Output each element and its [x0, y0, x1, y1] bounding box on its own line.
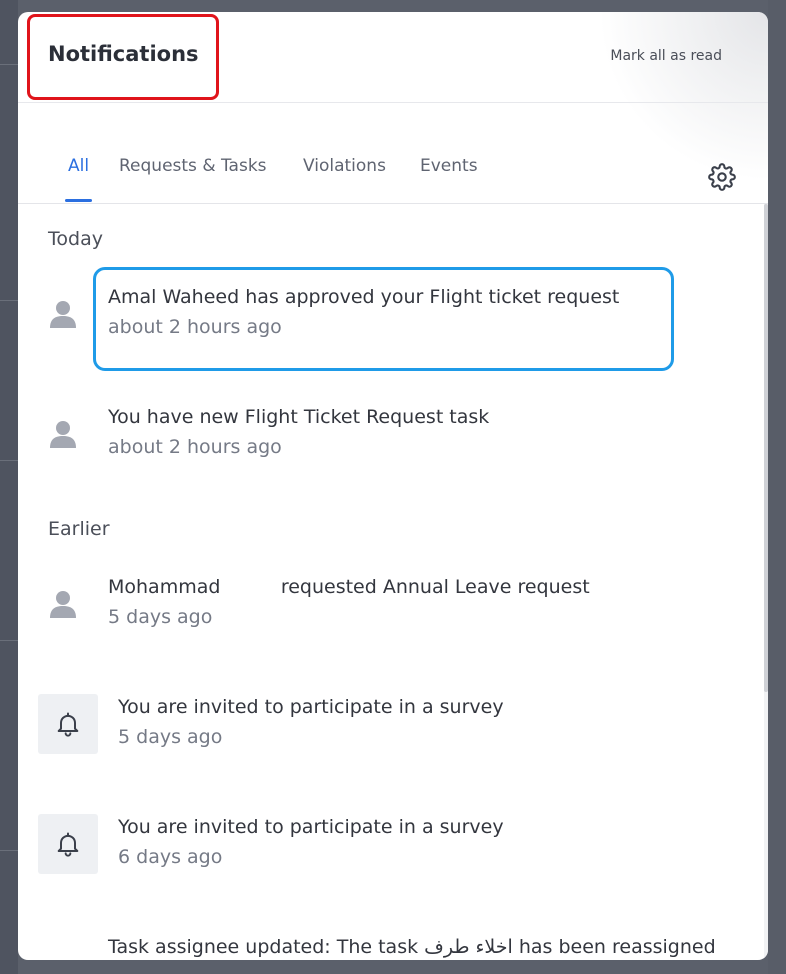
- panel-header: Notifications Mark all as read: [18, 12, 768, 103]
- backdrop-right: [768, 0, 786, 974]
- backdrop-divider: [0, 64, 18, 65]
- person-icon: [50, 421, 76, 448]
- notification-text: You are invited to participate in a surv…: [118, 696, 504, 718]
- person-icon: [50, 591, 76, 618]
- notification-text: Task assignee updated: The task اخلاء طر…: [108, 936, 716, 958]
- notification-text: You have new Flight Ticket Request task: [108, 406, 490, 428]
- notification-item[interactable]: You are invited to participate in a surv…: [18, 800, 758, 900]
- tab-all[interactable]: All: [68, 156, 89, 176]
- backdrop-divider: [0, 640, 18, 641]
- bell-icon: [57, 832, 79, 857]
- bell-icon-box: [38, 814, 98, 874]
- backdrop-divider: [0, 460, 18, 461]
- tab-events[interactable]: Events: [420, 156, 478, 176]
- mark-all-read-link[interactable]: Mark all as read: [610, 48, 722, 64]
- notification-time: about 2 hours ago: [108, 436, 282, 458]
- backdrop-divider: [0, 300, 18, 301]
- notification-time: 5 days ago: [118, 726, 223, 748]
- tab-bar: All Requests & Tasks Violations Events: [18, 102, 768, 204]
- section-label-today: Today: [48, 228, 103, 250]
- bell-icon: [57, 712, 79, 737]
- backdrop-left: [0, 0, 18, 974]
- notification-item[interactable]: You have new Flight Ticket Request task …: [18, 390, 758, 490]
- active-tab-indicator: [65, 199, 92, 202]
- section-label-earlier: Earlier: [48, 518, 110, 540]
- settings-gear-icon[interactable]: [708, 163, 736, 191]
- bell-icon-box: [38, 694, 98, 754]
- notification-text: Amal Waheed has approved your Flight tic…: [108, 286, 620, 308]
- notification-item[interactable]: Amal Waheed has approved your Flight tic…: [18, 270, 758, 370]
- notifications-panel: Notifications Mark all as read All Reque…: [18, 12, 768, 960]
- notification-text: You are invited to participate in a surv…: [118, 816, 504, 838]
- notification-item[interactable]: Task assignee updated: The task اخلاء طر…: [18, 920, 758, 960]
- notification-time: 5 days ago: [108, 606, 213, 628]
- tab-requests-tasks[interactable]: Requests & Tasks: [119, 156, 267, 176]
- page-title: Notifications: [48, 42, 199, 66]
- tab-violations[interactable]: Violations: [303, 156, 386, 176]
- backdrop-divider: [0, 850, 18, 851]
- notification-time: 6 days ago: [118, 846, 223, 868]
- scrollbar-thumb[interactable]: [764, 204, 768, 692]
- notification-item[interactable]: You are invited to participate in a surv…: [18, 680, 758, 780]
- notification-time: about 2 hours ago: [108, 316, 282, 338]
- person-icon: [50, 301, 76, 328]
- notification-text: Mohammad requested Annual Leave request: [108, 576, 590, 598]
- notification-item[interactable]: Mohammad requested Annual Leave request …: [18, 560, 758, 660]
